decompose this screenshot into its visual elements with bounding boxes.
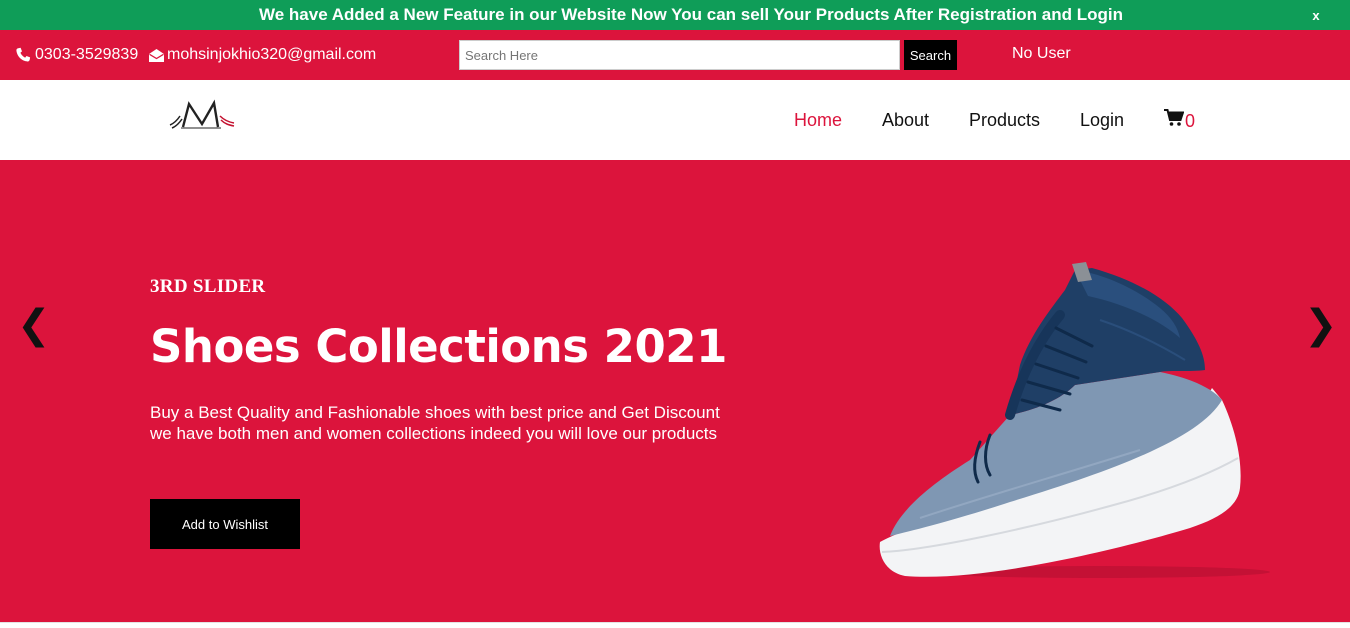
search-input[interactable] bbox=[459, 40, 900, 70]
slide-description: Buy a Best Quality and Fashionable shoes… bbox=[150, 403, 720, 443]
cart-button[interactable]: 0 bbox=[1164, 109, 1195, 132]
slider-next-arrow[interactable]: ❯ bbox=[1304, 305, 1338, 345]
phone-icon bbox=[15, 47, 31, 63]
search-button[interactable]: Search bbox=[904, 40, 957, 70]
nav-login[interactable]: Login bbox=[1080, 110, 1124, 130]
announcement-text: We have Added a New Feature in our Websi… bbox=[259, 5, 1123, 24]
top-contact-bar: 0303-3529839 mohsinjokhio320@gmail.com S… bbox=[0, 30, 1350, 80]
email-address: mohsinjokhio320@gmail.com bbox=[167, 46, 377, 63]
user-status: No User bbox=[1012, 45, 1071, 62]
announcement-close-button[interactable]: x bbox=[1306, 6, 1326, 26]
shoe-image bbox=[860, 260, 1280, 590]
nav-home[interactable]: Home bbox=[794, 110, 842, 130]
slider-prev-arrow[interactable]: ❮ bbox=[17, 305, 51, 345]
envelope-icon bbox=[148, 48, 165, 63]
main-navbar: Home About Products Login 0 bbox=[0, 80, 1350, 160]
hero-slider: ❮ 3RD SLIDER Shoes Collections 2021 Buy … bbox=[0, 160, 1350, 622]
email-contact[interactable]: mohsinjokhio320@gmail.com bbox=[148, 44, 376, 66]
slide-kicker: 3RD SLIDER bbox=[150, 276, 266, 297]
add-to-wishlist-button[interactable]: Add to Wishlist bbox=[150, 499, 300, 549]
cart-icon bbox=[1164, 109, 1185, 132]
page-bottom-strip bbox=[0, 622, 1350, 628]
cart-count: 0 bbox=[1185, 110, 1196, 131]
nav-products[interactable]: Products bbox=[969, 110, 1040, 130]
phone-contact[interactable]: 0303-3529839 bbox=[15, 44, 138, 66]
slide-title: Shoes Collections 2021 bbox=[150, 320, 727, 373]
phone-number: 0303-3529839 bbox=[35, 46, 139, 63]
announcement-bar: We have Added a New Feature in our Websi… bbox=[0, 0, 1350, 30]
nav-about[interactable]: About bbox=[882, 110, 929, 130]
logo-m[interactable] bbox=[168, 98, 236, 132]
